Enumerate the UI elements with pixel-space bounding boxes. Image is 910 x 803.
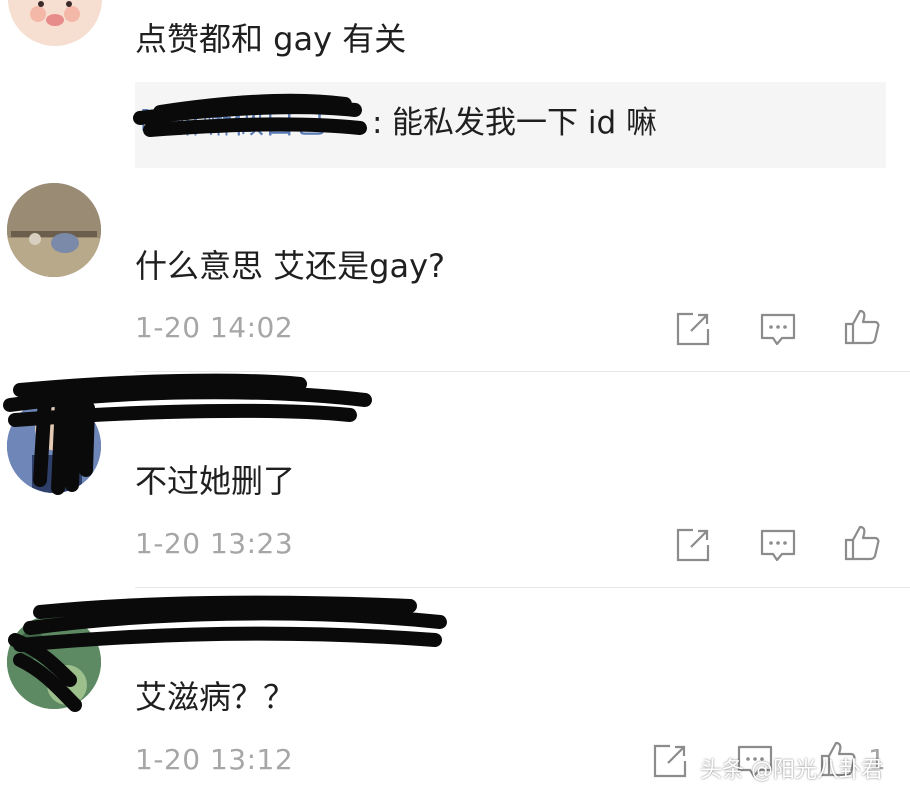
comment-time: 1-20 13:23 [135,527,294,560]
share-icon[interactable] [673,525,713,565]
avatar-photo-icon [7,399,101,493]
watermark: 头条 @阳光八卦君 [700,758,883,783]
comment-icon[interactable] [758,309,798,349]
thumbs-up-icon[interactable] [842,523,882,563]
reply-colon: : [372,105,383,141]
divider [135,371,910,372]
avatar-face-icon [8,0,102,46]
avatar-photo-icon [7,183,101,277]
comment-text: 艾滋病？？ [135,678,296,716]
comment-text: 什么意思 艾还是gay? [135,247,446,285]
divider [135,587,910,588]
share-icon[interactable] [673,309,713,349]
thumbs-up-icon[interactable] [842,307,882,347]
avatar[interactable] [7,615,101,709]
avatar[interactable] [7,183,101,277]
comment-time: 1-20 14:02 [135,311,294,344]
reply-text: 能私发我一下 id 嘛 [392,105,657,141]
avatar-photo-icon [7,615,101,709]
avatar[interactable] [7,399,101,493]
avatar[interactable] [8,0,102,46]
comment-text: 不过她删了 [135,462,296,500]
reply-username[interactable]: 嘛嘛嘛做自己 [140,103,326,143]
share-icon[interactable] [650,741,690,781]
comment-icon[interactable] [758,525,798,565]
comment-text: 点赞都和 gay 有关 [135,20,407,58]
comment-time: 1-20 13:12 [135,743,294,776]
